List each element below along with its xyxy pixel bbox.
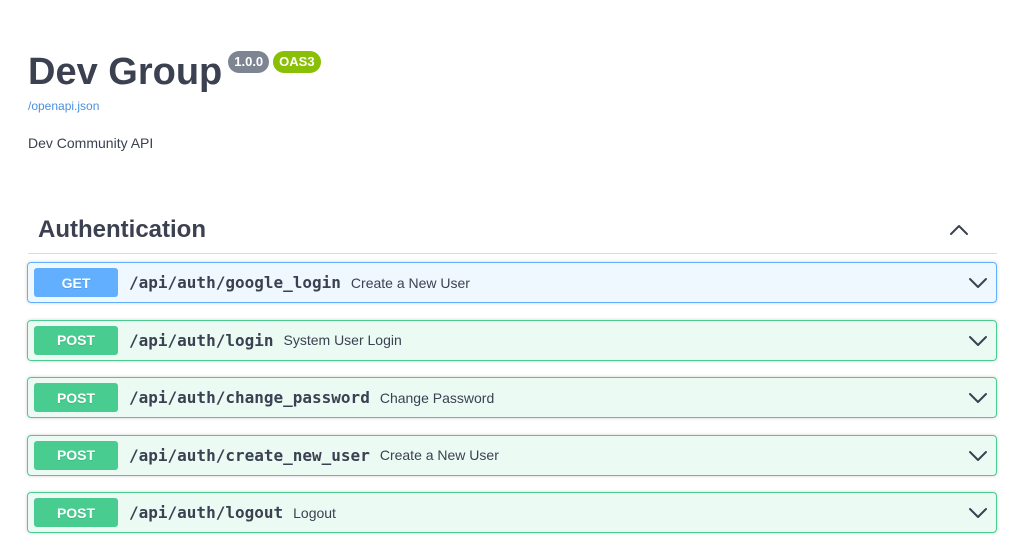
method-badge-post: POST (34, 383, 118, 412)
title-row: Dev Group 1.0.0 OAS3 (28, 46, 321, 98)
chevron-down-icon[interactable] (968, 388, 988, 408)
chevron-down-icon[interactable] (968, 503, 988, 523)
operation-login[interactable]: POST /api/auth/login System User Login (27, 319, 997, 361)
chevron-down-icon[interactable] (968, 446, 988, 466)
api-description: Dev Community API (28, 135, 154, 151)
operation-summary: Create a New User (379, 447, 499, 463)
tag-name: Authentication (38, 215, 206, 243)
operation-summary: Logout (293, 504, 336, 521)
chevron-up-icon[interactable] (947, 218, 971, 242)
tag-section-authentication[interactable]: Authentication (28, 206, 997, 254)
method-badge-get: GET (34, 268, 118, 297)
operation-path: /api/auth/create_new_user (129, 445, 370, 465)
oas-badge: OAS3 (273, 51, 321, 73)
api-title: Dev Group (28, 51, 223, 93)
method-badge-post: POST (34, 440, 118, 470)
operation-change-password[interactable]: POST /api/auth/change_password Change Pa… (27, 377, 997, 418)
openapi-json-link[interactable]: /openapi.json (28, 98, 321, 114)
version-badge: 1.0.0 (228, 51, 270, 73)
api-info: Dev Group 1.0.0 OAS3 /openapi.json Dev C… (28, 46, 321, 152)
operation-summary: System User Login (283, 332, 402, 348)
operation-summary: Create a New User (350, 274, 470, 291)
operation-path: /api/auth/logout (129, 503, 284, 522)
operation-path: /api/auth/google_login (129, 273, 341, 292)
operation-path: /api/auth/change_password (129, 388, 370, 407)
operation-path: /api/auth/login (129, 330, 274, 350)
operation-google-login[interactable]: GET /api/auth/google_login Create a New … (27, 262, 997, 303)
operation-summary: Change Password (379, 389, 495, 406)
method-badge-post: POST (34, 325, 118, 355)
operations-list: GET /api/auth/google_login Create a New … (27, 262, 997, 546)
chevron-down-icon[interactable] (968, 331, 988, 351)
method-badge-post: POST (34, 498, 118, 527)
swagger-ui-page: Dev Group 1.0.0 OAS3 /openapi.json Dev C… (0, 0, 1014, 546)
operation-logout[interactable]: POST /api/auth/logout Logout (27, 492, 997, 533)
operation-create-new-user[interactable]: POST /api/auth/create_new_user Create a … (27, 434, 997, 476)
chevron-down-icon[interactable] (968, 273, 988, 293)
